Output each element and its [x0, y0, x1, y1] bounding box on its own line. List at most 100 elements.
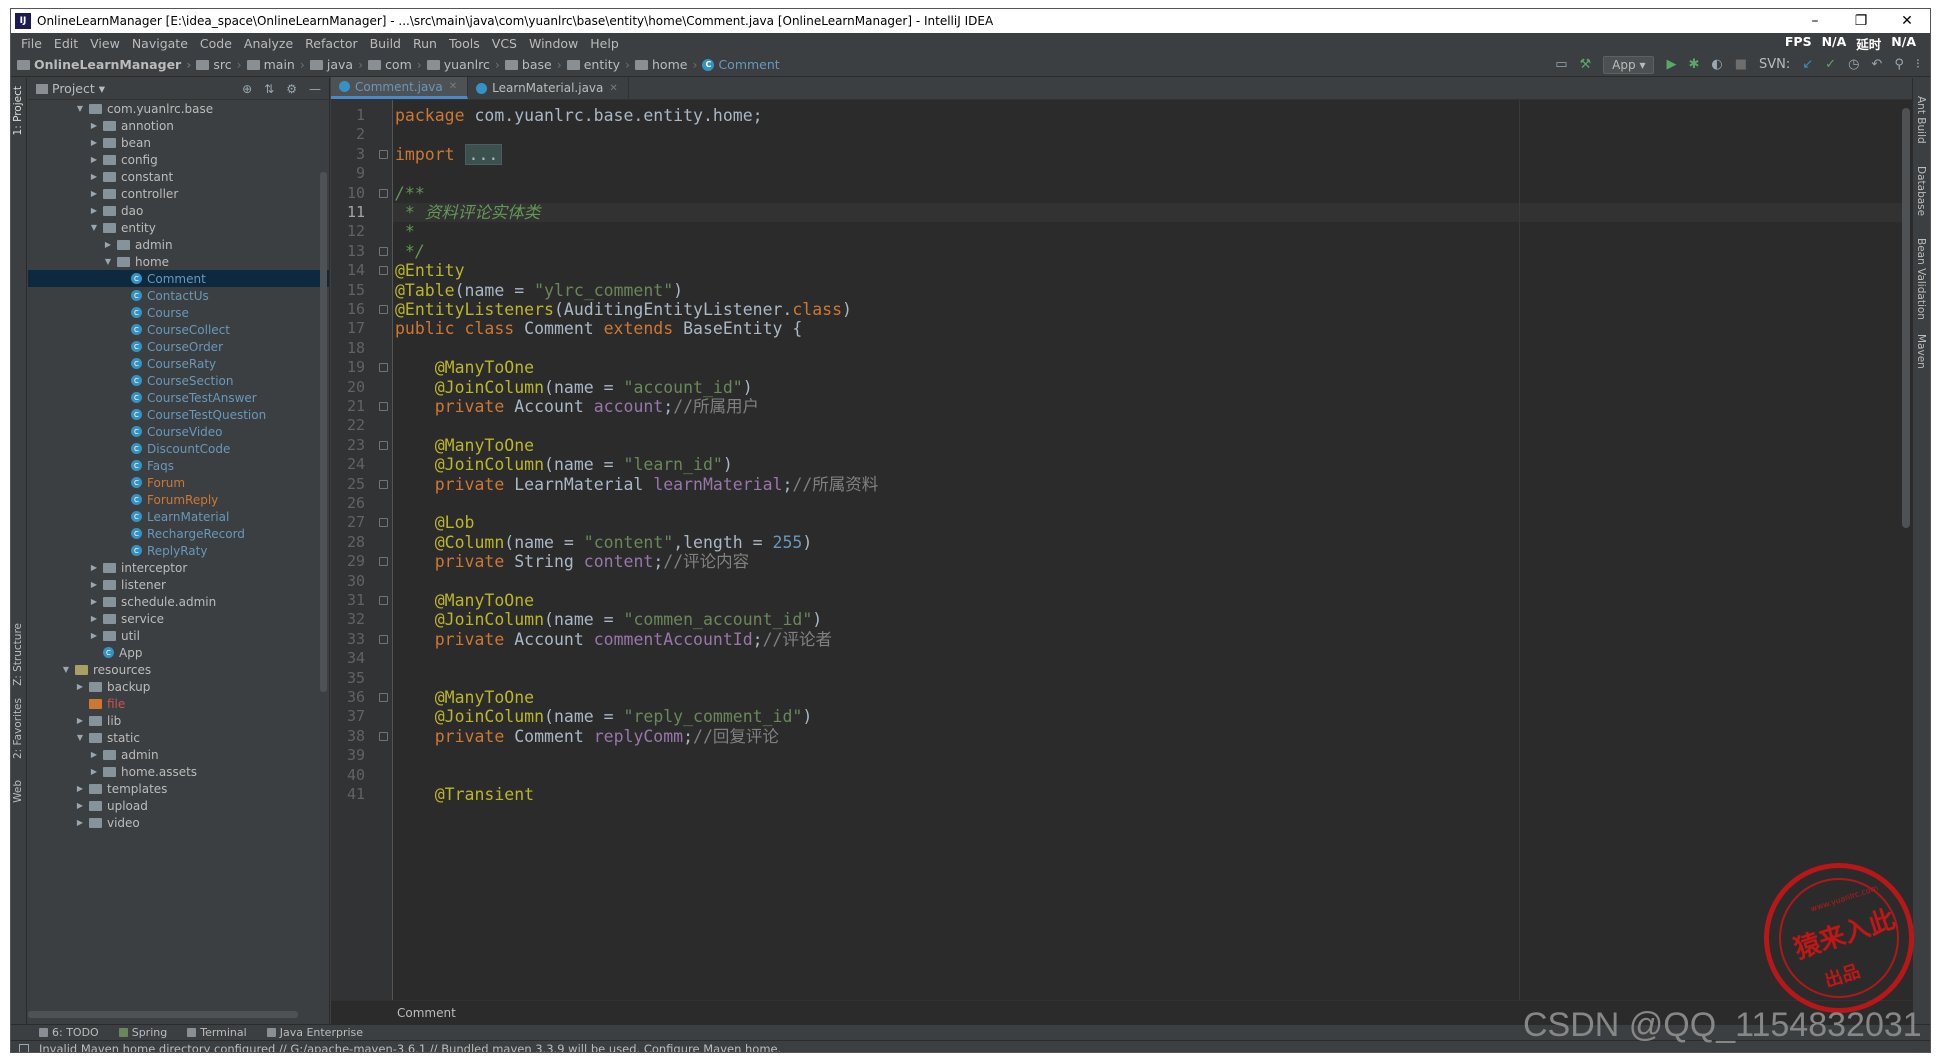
build-hammer-icon[interactable]: ⚒	[1580, 57, 1592, 72]
tree-item[interactable]: ▶ admin	[28, 236, 329, 253]
tree-item[interactable]: ▶ controller	[28, 185, 329, 202]
code-line[interactable]: package com.yuanlrc.base.entity.home;	[395, 106, 763, 125]
tree-item[interactable]: ▶ config	[28, 151, 329, 168]
tool-tab-project[interactable]: 1: Project	[12, 86, 24, 135]
code-line[interactable]: private LearnMaterial learnMaterial;//所属…	[395, 475, 879, 494]
breadcrumb-java[interactable]: java ›	[309, 57, 368, 72]
tree-item[interactable]: ▶ dao	[28, 202, 329, 219]
code-line[interactable]: private Account commentAccountId;//评论者	[395, 630, 832, 649]
fold-marker-icon[interactable]	[379, 693, 388, 702]
code-line[interactable]: @JoinColumn(name = "account_id")	[395, 378, 753, 397]
tree-item[interactable]: C CourseTestQuestion	[28, 406, 329, 423]
tree-item[interactable]: file	[28, 695, 329, 712]
tree-item[interactable]: ▶ listener	[28, 576, 329, 593]
code-line[interactable]: /**	[395, 184, 425, 203]
breadcrumb-entity[interactable]: entity ›	[566, 57, 635, 72]
project-view-select[interactable]: Project ▾	[52, 81, 105, 96]
fold-marker-icon[interactable]	[379, 363, 388, 373]
fold-marker-icon[interactable]	[379, 188, 388, 198]
editor-vertical-scrollbar[interactable]	[1902, 108, 1910, 528]
tree-item[interactable]: ▶ home.assets	[28, 763, 329, 780]
minimize-button[interactable]: –	[1792, 13, 1838, 29]
collapsed-arrow-icon[interactable]: ▶	[74, 784, 86, 793]
fold-marker-icon[interactable]	[379, 266, 388, 276]
code-line[interactable]: private Account account;//所属用户	[395, 397, 759, 416]
code-line[interactable]: * 资料评论实体类	[395, 203, 540, 222]
tree-item[interactable]: ▶ upload	[28, 797, 329, 814]
code-line[interactable]: @Transient	[395, 785, 534, 804]
tree-item[interactable]: ▶ video	[28, 814, 329, 831]
expanded-arrow-icon[interactable]: ▼	[102, 257, 114, 266]
tree-item[interactable]: ▶ service	[28, 610, 329, 627]
code-line[interactable]: @JoinColumn(name = "reply_comment_id")	[395, 707, 813, 726]
tool-tab-terminal[interactable]: Terminal	[187, 1026, 247, 1039]
run-icon[interactable]: ▶	[1666, 57, 1676, 72]
tool-tab-ant-build[interactable]: Ant Build	[1915, 96, 1927, 144]
code-line[interactable]: private String content;//评论内容	[395, 552, 749, 571]
menu-build[interactable]: Build	[364, 36, 407, 51]
menu-help[interactable]: Help	[584, 36, 625, 51]
fold-marker-icon[interactable]	[379, 557, 388, 567]
tree-item[interactable]: C CourseRaty	[28, 355, 329, 372]
code-line[interactable]: @Column(name = "content",length = 255)	[395, 533, 813, 552]
tree-item[interactable]: ▶ bean	[28, 134, 329, 151]
revert-icon[interactable]: ↶	[1871, 57, 1882, 72]
menu-refactor[interactable]: Refactor	[299, 36, 363, 51]
code-line[interactable]: @JoinColumn(name = "commen_account_id")	[395, 610, 822, 629]
expanded-arrow-icon[interactable]: ▼	[74, 104, 86, 113]
breadcrumb-comment[interactable]: C Comment	[702, 57, 780, 72]
fold-marker-icon[interactable]	[379, 149, 388, 159]
code-editor-area[interactable]: package com.yuanlrc.base.entity.home; imp…	[393, 100, 1908, 1000]
locate-icon[interactable]: ⊕	[242, 82, 252, 96]
tool-tab-java-enterprise[interactable]: Java Enterprise	[266, 1026, 363, 1039]
tree-item[interactable]: ▶ backup	[28, 678, 329, 695]
menu-navigate[interactable]: Navigate	[126, 36, 194, 51]
collapsed-arrow-icon[interactable]: ▶	[88, 750, 100, 759]
tree-item[interactable]: ▼ static	[28, 729, 329, 746]
breadcrumb-main[interactable]: main ›	[246, 57, 310, 72]
tool-tab-structure[interactable]: Z: Structure	[12, 623, 24, 686]
collapse-all-icon[interactable]: ⇅	[264, 82, 274, 96]
coverage-icon[interactable]: ◐	[1711, 57, 1722, 72]
code-line[interactable]: public class Comment extends BaseEntity …	[395, 319, 802, 338]
fold-marker-icon[interactable]	[379, 518, 388, 528]
hide-icon[interactable]: —	[309, 82, 321, 96]
tree-item[interactable]: C RechargeRecord	[28, 525, 329, 542]
project-structure-icon[interactable]: ▭	[1555, 57, 1567, 72]
breadcrumb-base[interactable]: base ›	[504, 57, 567, 72]
menu-tools[interactable]: Tools	[443, 36, 486, 51]
code-line[interactable]: @EntityListeners(AuditingEntityListener.…	[395, 300, 852, 319]
tree-item[interactable]: ▶ admin	[28, 746, 329, 763]
close-tab-icon[interactable]: ✕	[609, 83, 617, 94]
tree-item[interactable]: C DiscountCode	[28, 440, 329, 457]
tree-item[interactable]: C CourseTestAnswer	[28, 389, 329, 406]
menu-window[interactable]: Window	[523, 36, 584, 51]
close-tab-icon[interactable]: ✕	[449, 81, 457, 92]
code-line[interactable]: @ManyToOne	[395, 436, 534, 455]
fold-marker-icon[interactable]	[379, 634, 388, 644]
tree-item[interactable]: C CourseVideo	[28, 423, 329, 440]
menu-file[interactable]: File	[15, 36, 48, 51]
editor-breadcrumb-label[interactable]: Comment	[397, 1006, 456, 1020]
tool-tab-database[interactable]: Database	[1915, 166, 1927, 216]
code-line[interactable]: @JoinColumn(name = "learn_id")	[395, 455, 733, 474]
fold-marker-icon[interactable]	[379, 246, 388, 256]
tree-item[interactable]: C Faqs	[28, 457, 329, 474]
gear-icon[interactable]: ⚙	[286, 82, 297, 96]
svn-update-icon[interactable]: ↙	[1802, 57, 1813, 72]
tree-item[interactable]: C CourseCollect	[28, 321, 329, 338]
tree-item[interactable]: C CourseSection	[28, 372, 329, 389]
tool-tab-web[interactable]: Web	[12, 780, 24, 803]
code-line[interactable]: @Table(name = "ylrc_comment")	[395, 281, 683, 300]
menu-code[interactable]: Code	[194, 36, 238, 51]
collapsed-arrow-icon[interactable]: ▶	[88, 767, 100, 776]
stop-icon[interactable]: ■	[1735, 57, 1747, 72]
tab-comment-java[interactable]: Comment.java ✕	[331, 77, 469, 99]
fold-marker-icon[interactable]	[379, 402, 388, 411]
more-icon[interactable]: ⁝	[1916, 57, 1920, 72]
tab-learnmaterial-java[interactable]: LearnMaterial.java ✕	[468, 77, 629, 99]
collapsed-arrow-icon[interactable]: ▶	[88, 580, 100, 589]
breadcrumb-com[interactable]: com ›	[368, 57, 427, 72]
tree-item[interactable]: C ReplyRaty	[28, 542, 329, 559]
menu-vcs[interactable]: VCS	[486, 36, 523, 51]
